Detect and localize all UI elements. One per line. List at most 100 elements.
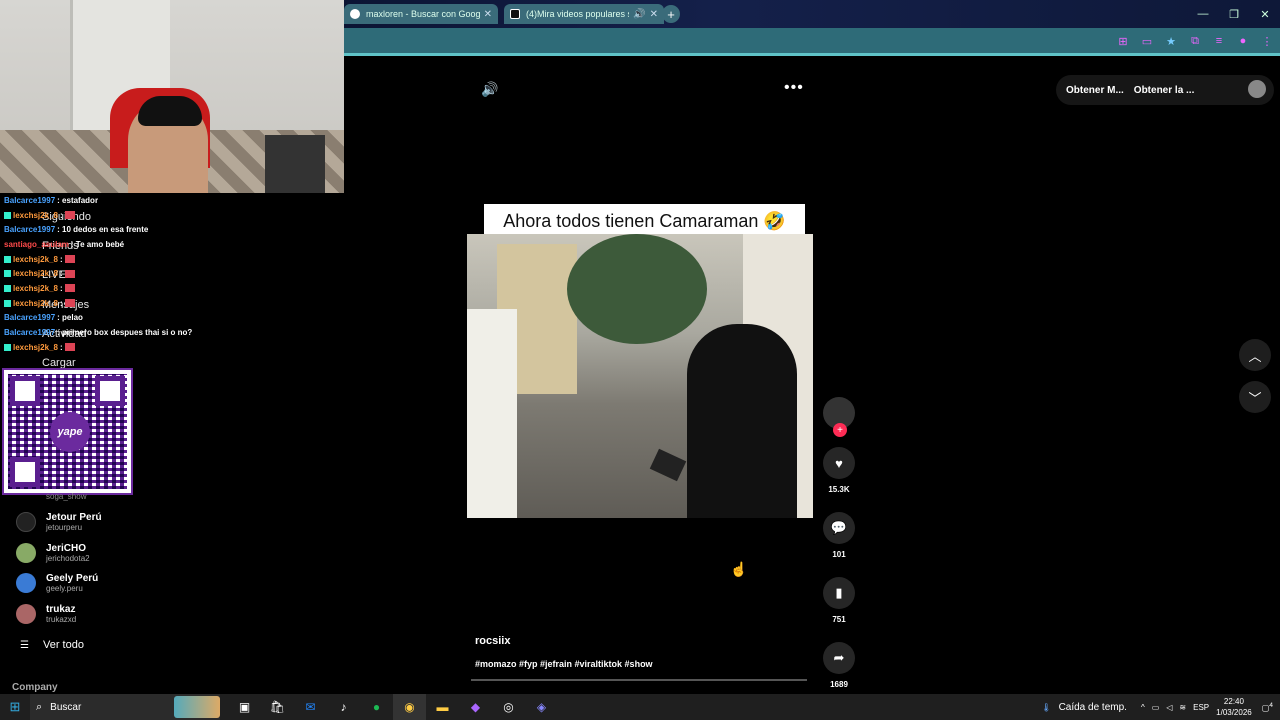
app-icon[interactable]: ◈ [525, 694, 558, 720]
address-bar[interactable]: ⊞ ▭ ★ ⧉ ≡ ● ⋮ [344, 28, 1280, 56]
emote-icon [64, 269, 75, 278]
chat-message: lexchsj2k_8: [0, 340, 344, 355]
menu-icon[interactable]: ⋮ [1260, 34, 1274, 48]
taskbar-search[interactable]: ⌕ Buscar [30, 694, 220, 720]
see-all-link[interactable]: ☰ Ver todo [20, 639, 84, 651]
subscriber-badge-icon [4, 343, 11, 351]
chrome-icon[interactable]: ◉ [393, 694, 426, 720]
video-progress-bar[interactable] [471, 679, 807, 681]
notification-icon[interactable]: ▢4 [1262, 702, 1273, 713]
translate-icon[interactable]: ⊞ [1116, 34, 1130, 48]
lang-indicator[interactable]: ESP [1193, 703, 1209, 712]
more-options-icon[interactable]: ••• [784, 79, 804, 97]
suggested-account[interactable]: JeriCHO jerichodota2 [16, 543, 90, 563]
account-handle: jerichodota2 [46, 554, 90, 563]
tab-google[interactable]: maxloren - Buscar con Google ✕ [344, 4, 498, 24]
chat-text: : [59, 283, 63, 293]
account-handle: trukazxd [46, 615, 77, 624]
wifi-icon[interactable]: ≋ [1179, 703, 1186, 712]
pc-case [265, 135, 325, 193]
spotify-icon[interactable]: ● [360, 694, 393, 720]
close-icon[interactable]: ✕ [484, 9, 492, 20]
search-highlight-image [174, 696, 220, 718]
chat-text: : [59, 210, 63, 220]
subscriber-badge-icon [4, 299, 11, 307]
close-window-button[interactable]: ✕ [1250, 0, 1280, 28]
obs-icon[interactable]: ◎ [492, 694, 525, 720]
company-heading[interactable]: Company [12, 682, 58, 693]
get-app-button[interactable]: Obtener la ... [1134, 85, 1195, 96]
extensions-icon[interactable]: ⧉ [1188, 34, 1202, 48]
new-tab-button[interactable]: + [662, 5, 680, 23]
account-name: JeriCHO [46, 543, 87, 554]
previous-video-button[interactable]: ︿ [1239, 339, 1271, 371]
action-bar: + ♥ 15.3K 💬 101 ▮ 751 ➦ 1689 [823, 397, 855, 720]
chat-username: lexchsj2k_8 [13, 342, 58, 352]
chat-message: Balcarce1997: primero box despues thai s… [0, 325, 344, 340]
share-button[interactable]: ➦ [823, 642, 855, 674]
tab-title: maxloren - Buscar con Google [366, 9, 480, 19]
figma-icon[interactable]: ◆ [459, 694, 492, 720]
like-count: 15.3K [828, 485, 850, 494]
save-button[interactable]: ▮ [823, 577, 855, 609]
qr-finder [10, 457, 40, 487]
speaker-icon[interactable]: 🔊 [633, 9, 645, 20]
outlook-icon[interactable]: ✉ [294, 694, 327, 720]
chat-message: lexchsj2k_8: [0, 252, 344, 267]
media-icon[interactable]: ≡ [1212, 34, 1226, 48]
phone [649, 448, 687, 482]
restore-button[interactable]: ❐ [1219, 0, 1249, 28]
like-button[interactable]: ♥ [823, 447, 855, 479]
chat-message: lexchsj2k_8: [0, 208, 344, 223]
next-video-button[interactable]: ﹀ [1239, 381, 1271, 413]
suggested-account[interactable]: trukaz trukazxd [16, 604, 76, 624]
windows-taskbar: ⊞ ⌕ Buscar ▣ 🛍 ✉ ♪ ● ◉ ▬ ◆ ◎ ◈ 🌡 Caída d… [0, 694, 1280, 720]
video-author[interactable]: rocsiix [475, 635, 510, 647]
yape-qr-code: yape [2, 368, 133, 495]
file-explorer-icon[interactable]: ▬ [426, 694, 459, 720]
network-icon[interactable]: ▭ [1152, 703, 1160, 712]
close-icon[interactable]: ✕ [650, 9, 658, 20]
chat-text: : estafador [57, 195, 99, 205]
account-handle: geely.peru [46, 584, 83, 593]
chevron-up-icon[interactable]: ^ [1141, 703, 1145, 712]
suggested-account[interactable]: Geely Perú geely.peru [16, 573, 98, 593]
get-coins-button[interactable]: Obtener M... [1066, 85, 1124, 96]
suggested-account[interactable]: Jetour Perú jetourperu [16, 512, 102, 532]
weather-icon[interactable]: 🌡 [1041, 703, 1051, 712]
chat-message: Balcarce1997: pelao [0, 311, 344, 326]
minimize-button[interactable]: — [1188, 0, 1218, 28]
video-player[interactable] [467, 234, 813, 518]
windows-start-icon[interactable]: ⊞ [0, 694, 30, 720]
profile-icon[interactable]: ● [1236, 34, 1250, 48]
comment-button[interactable]: 💬 [823, 512, 855, 544]
bookmark-star-icon[interactable]: ★ [1164, 34, 1178, 48]
qr-finder [95, 376, 125, 406]
time: 22:40 [1223, 697, 1244, 706]
volume-icon[interactable]: ◁ [1166, 703, 1172, 712]
chat-text: : 10 dedos en esa frente [57, 225, 149, 235]
user-avatar[interactable] [1248, 80, 1266, 98]
follow-plus-icon[interactable]: + [833, 423, 847, 437]
qr-finder [10, 376, 40, 406]
task-view-icon[interactable]: ▣ [228, 694, 261, 720]
share-count: 1689 [830, 680, 848, 689]
weather-text[interactable]: Caída de temp. [1059, 702, 1127, 713]
clock[interactable]: 22:40 1/03/2026 [1216, 696, 1252, 718]
store-icon[interactable]: 🛍 [261, 694, 294, 720]
video-hashtags[interactable]: #momazo #fyp #jefrain #viraltiktok #show [475, 659, 653, 669]
creator-avatar[interactable]: + [823, 397, 855, 437]
volume-icon[interactable]: 🔊 [481, 81, 498, 98]
chat-message: Balcarce1997: estafador [0, 193, 344, 208]
avatar [16, 573, 36, 593]
tiktok-icon[interactable]: ♪ [327, 694, 360, 720]
google-icon [350, 9, 360, 19]
account-handle-partial: soga_show [46, 492, 87, 501]
cast-icon[interactable]: ▭ [1140, 34, 1154, 48]
bookmark-icon: ▮ [835, 585, 843, 600]
tree [567, 234, 707, 344]
account-name: trukaz [46, 604, 76, 615]
chat-username: lexchsj2k_8 [13, 269, 58, 279]
tab-tiktok[interactable]: (4)Mira videos populares s 🔊 ✕ [504, 4, 664, 24]
stream-chat: Balcarce1997: estafador lexchsj2k_8: Balca… [0, 193, 344, 363]
